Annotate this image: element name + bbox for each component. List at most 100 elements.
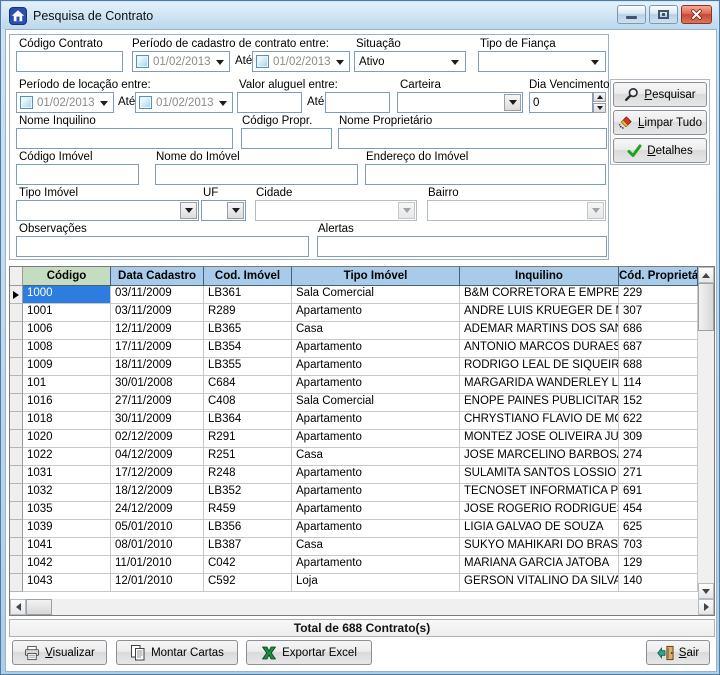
table-row[interactable]: 101830/11/2009LB364ApartamentoCHRYSTIANO… <box>10 412 698 430</box>
cell-data-cadastro[interactable]: 03/11/2009 <box>111 286 204 304</box>
cell-tipo-imovel[interactable]: Apartamento <box>292 376 460 394</box>
cell-data-cadastro[interactable]: 03/11/2009 <box>111 304 204 322</box>
cell-inquilino[interactable]: MARGARIDA WANDERLEY LA <box>460 376 619 394</box>
table-row[interactable]: 104211/01/2010C042ApartamentoMARIANA GAR… <box>10 556 698 574</box>
cell-cod-imovel[interactable]: LB365 <box>204 322 292 340</box>
tipo-fianca-combobox[interactable] <box>478 51 606 72</box>
cell-cod-proprietario[interactable]: 274 <box>619 448 698 466</box>
table-row[interactable]: 103905/01/2010LB356ApartamentoLIGIA GALV… <box>10 520 698 538</box>
cell-tipo-imovel[interactable]: Casa <box>292 322 460 340</box>
valor-aluguel-from-input[interactable] <box>237 92 302 113</box>
carteira-combobox[interactable] <box>397 92 523 113</box>
cell-codigo[interactable]: 1008 <box>23 340 111 358</box>
cell-cod-imovel[interactable]: R291 <box>204 430 292 448</box>
table-row[interactable]: 101627/11/2009C408Sala ComercialENOPE PA… <box>10 394 698 412</box>
column-header-cod-imovel[interactable]: Cod. Imóvel <box>204 267 292 286</box>
cell-cod-imovel[interactable]: C684 <box>204 376 292 394</box>
cell-cod-imovel[interactable]: LB354 <box>204 340 292 358</box>
date-checkbox-icon[interactable] <box>256 55 269 68</box>
table-row[interactable]: 100817/11/2009LB354ApartamentoANTONIO MA… <box>10 340 698 358</box>
table-row[interactable]: 103524/12/2009R459ApartamentoJOSE ROGERI… <box>10 502 698 520</box>
table-row[interactable]: 104312/01/2010C592LojaGERSON VITALINO DA… <box>10 574 698 592</box>
table-row[interactable]: 100612/11/2009LB365CasaADEMAR MARTINS DO… <box>10 322 698 340</box>
exportar-excel-button[interactable]: Exportar Excel <box>246 640 372 665</box>
cell-data-cadastro[interactable]: 04/12/2009 <box>111 448 204 466</box>
cell-tipo-imovel[interactable]: Apartamento <box>292 358 460 376</box>
dia-vencimento-input[interactable] <box>529 92 593 113</box>
montar-cartas-button[interactable]: Montar Cartas <box>116 640 238 665</box>
periodo-cadastro-from-datepicker[interactable]: 01/02/2013 <box>132 51 230 72</box>
row-indicator-gutter[interactable] <box>10 448 23 466</box>
row-indicator-gutter[interactable] <box>10 322 23 340</box>
table-row[interactable]: 102204/12/2009R251CasaJOSE MARCELINO BAR… <box>10 448 698 466</box>
cell-cod-proprietario[interactable]: 703 <box>619 538 698 556</box>
combo-dropdown-button[interactable] <box>504 94 521 111</box>
codigo-propr-input[interactable] <box>241 128 332 149</box>
cell-tipo-imovel[interactable]: Apartamento <box>292 484 460 502</box>
table-row[interactable]: 100003/11/2009LB361Sala ComercialB&M COR… <box>10 286 698 304</box>
codigo-contrato-input[interactable] <box>16 51 123 72</box>
titlebar[interactable]: Pesquisa de Contrato <box>2 2 718 29</box>
visualizar-button[interactable]: Visualizar <box>12 640 107 665</box>
observacoes-input[interactable] <box>16 236 309 257</box>
column-header-tipo-imovel[interactable]: Tipo Imóvel <box>292 267 460 286</box>
row-indicator-gutter[interactable] <box>10 538 23 556</box>
dia-vencimento-spinner[interactable] <box>529 92 606 113</box>
cell-cod-proprietario[interactable]: 622 <box>619 412 698 430</box>
scroll-down-button[interactable] <box>698 583 714 599</box>
cell-tipo-imovel[interactable]: Loja <box>292 574 460 592</box>
cell-data-cadastro[interactable]: 24/12/2009 <box>111 502 204 520</box>
cell-inquilino[interactable]: JOSE ROGERIO RODRIGUES <box>460 502 619 520</box>
chevron-down-icon[interactable] <box>100 101 108 106</box>
scroll-up-button[interactable] <box>698 267 714 283</box>
cell-codigo[interactable]: 1009 <box>23 358 111 376</box>
cell-codigo[interactable]: 1042 <box>23 556 111 574</box>
cell-inquilino[interactable]: JOSE MARCELINO BARBOSA <box>460 448 619 466</box>
chevron-down-icon[interactable] <box>451 60 459 65</box>
cell-cod-imovel[interactable]: C408 <box>204 394 292 412</box>
cell-inquilino[interactable]: B&M CORRETORA E EMPREEN <box>460 286 619 304</box>
cell-data-cadastro[interactable]: 17/11/2009 <box>111 340 204 358</box>
row-indicator-gutter[interactable] <box>10 430 23 448</box>
cell-codigo[interactable]: 1000 <box>23 286 111 304</box>
table-row[interactable]: 10130/01/2008C684ApartamentoMARGARIDA WA… <box>10 376 698 394</box>
cell-codigo[interactable]: 1041 <box>23 538 111 556</box>
cell-inquilino[interactable]: ADEMAR MARTINS DOS SANT <box>460 322 619 340</box>
endereco-imovel-input[interactable] <box>365 164 606 185</box>
cell-inquilino[interactable]: MONTEZ JOSE OLIVEIRA JUN <box>460 430 619 448</box>
cell-cod-imovel[interactable]: LB387 <box>204 538 292 556</box>
cell-cod-proprietario[interactable]: 152 <box>619 394 698 412</box>
cell-codigo[interactable]: 1022 <box>23 448 111 466</box>
cell-cod-imovel[interactable]: LB361 <box>204 286 292 304</box>
cell-cod-proprietario[interactable]: 686 <box>619 322 698 340</box>
row-indicator-gutter[interactable] <box>10 520 23 538</box>
row-indicator-gutter[interactable] <box>10 502 23 520</box>
column-header-data-cadastro[interactable]: Data Cadastro <box>111 267 204 286</box>
cell-data-cadastro[interactable]: 11/01/2010 <box>111 556 204 574</box>
cell-cod-proprietario[interactable]: 307 <box>619 304 698 322</box>
horizontal-scrollbar-thumb[interactable] <box>26 599 52 615</box>
row-indicator-gutter[interactable] <box>10 376 23 394</box>
column-header-cod-proprietario[interactable]: Cód. Proprietário <box>619 267 698 286</box>
cell-inquilino[interactable]: CHRYSTIANO FLAVIO DE MO <box>460 412 619 430</box>
cell-codigo[interactable]: 101 <box>23 376 111 394</box>
cell-cod-proprietario[interactable]: 625 <box>619 520 698 538</box>
cell-tipo-imovel[interactable]: Apartamento <box>292 430 460 448</box>
maximize-button[interactable] <box>649 5 678 24</box>
cell-inquilino[interactable]: LIGIA GALVAO DE SOUZA <box>460 520 619 538</box>
cell-data-cadastro[interactable]: 17/12/2009 <box>111 466 204 484</box>
date-checkbox-icon[interactable] <box>20 96 33 109</box>
combo-dropdown-button[interactable] <box>227 202 244 219</box>
periodo-locacao-to-datepicker[interactable]: 01/02/2013 <box>135 92 233 113</box>
alertas-input[interactable] <box>317 236 607 257</box>
date-checkbox-icon[interactable] <box>139 96 152 109</box>
pesquisar-button[interactable]: Pesquisar <box>613 82 707 107</box>
cell-data-cadastro[interactable]: 12/11/2009 <box>111 322 204 340</box>
column-header-codigo[interactable]: Código <box>23 267 111 286</box>
chevron-down-icon[interactable] <box>591 60 599 65</box>
cell-cod-imovel[interactable]: LB352 <box>204 484 292 502</box>
table-row[interactable]: 100918/11/2009LB355ApartamentoRODRIGO LE… <box>10 358 698 376</box>
cell-cod-imovel[interactable]: R289 <box>204 304 292 322</box>
situacao-combobox[interactable]: Ativo <box>354 51 466 72</box>
cell-tipo-imovel[interactable]: Casa <box>292 448 460 466</box>
